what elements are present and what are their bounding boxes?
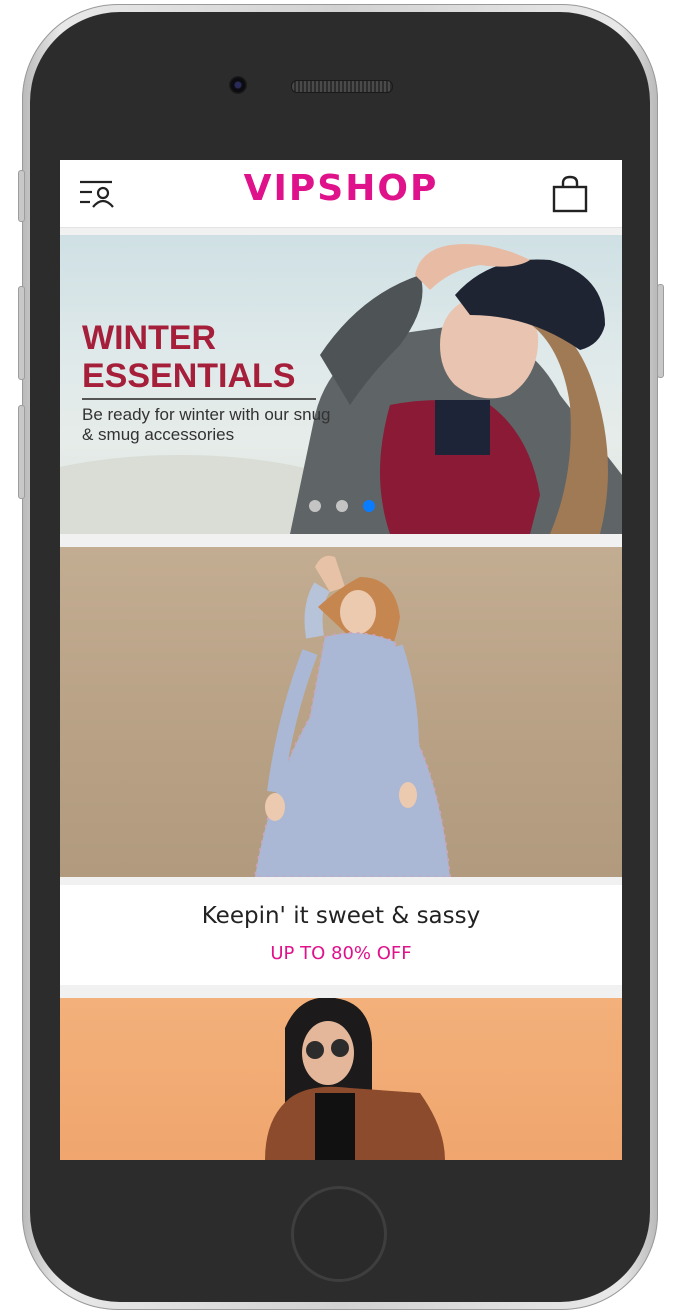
banner-divider — [82, 398, 316, 400]
earpiece-speaker — [291, 80, 393, 93]
home-button[interactable] — [291, 1186, 387, 1282]
shopping-bag-icon[interactable] — [550, 174, 590, 214]
promo-image-lace-dress[interactable] — [60, 547, 622, 877]
hero-banner[interactable]: WINTER ESSENTIALS Be ready for winter wi… — [60, 235, 622, 534]
top-navbar: VIPSHOP — [60, 160, 622, 228]
promo-card[interactable]: Keepin' it sweet & sassy UP TO 80% OFF — [60, 885, 622, 985]
promo-title: Keepin' it sweet & sassy — [201, 903, 481, 929]
mute-switch — [18, 170, 25, 222]
power-button — [657, 284, 664, 378]
carousel-dot-3[interactable] — [363, 500, 375, 512]
banner-title: WINTER ESSENTIALS — [82, 319, 295, 395]
carousel-dot-2[interactable] — [336, 500, 348, 512]
banner-title-line1: WINTER — [82, 319, 217, 357]
carousel-indicators — [309, 500, 375, 512]
banner-subtitle: Be ready for winter with our snug & smug… — [82, 405, 331, 444]
dress-model-image — [253, 555, 452, 877]
app-screen: VIPSHOP WINTER ESSENTIALS Be ready for w… — [60, 160, 622, 1160]
carousel-dot-1[interactable] — [309, 500, 321, 512]
banner-title-line2: ESSENTIALS — [82, 357, 296, 395]
coat-model-image — [265, 998, 445, 1160]
promo-discount: UP TO 80% OFF — [270, 943, 412, 964]
promo-image-coat[interactable] — [60, 998, 622, 1160]
volume-down-button — [18, 405, 25, 499]
volume-up-button — [18, 286, 25, 380]
front-camera — [229, 76, 247, 94]
brand-logo[interactable]: VIPSHOP — [60, 168, 622, 209]
